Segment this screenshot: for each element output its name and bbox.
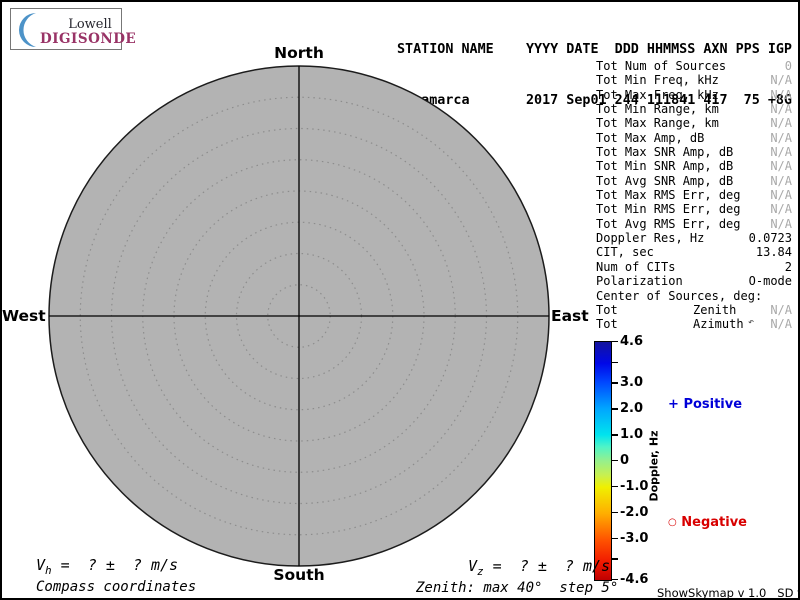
stat-row: TotAzimuth↶N/A: [596, 317, 792, 331]
coordinates-note: Compass coordinates: [36, 579, 196, 595]
colorbar-tick-label: 1.0: [620, 427, 643, 442]
stat-row: Tot Max SNR Amp, dBN/A: [596, 145, 792, 159]
doppler-colorbar-gradient: [594, 341, 612, 581]
stat-row: Tot Num of Sources0: [596, 59, 792, 73]
colorbar-tick-label: 2.0: [620, 401, 643, 416]
stat-row: CIT, sec13.84: [596, 245, 792, 259]
compass-label-north: North: [259, 44, 339, 62]
doppler-colorbar-title: Doppler, Hz: [648, 430, 661, 501]
stat-row: Tot Min Range, kmN/A: [596, 102, 792, 116]
colorbar-tick-label: -1.0: [620, 479, 648, 494]
colorbar-tick: [612, 558, 618, 559]
vh-velocity-readout: Vh = ? ± ? m/s: [36, 556, 178, 577]
colorbar-tick-label: 4.6: [620, 334, 643, 349]
colorbar-tick: [612, 512, 618, 513]
stat-row: Tot Avg RMS Err, degN/A: [596, 217, 792, 231]
stat-row: Tot Max Range, kmN/A: [596, 116, 792, 130]
stat-row: Tot Avg SNR Amp, dBN/A: [596, 174, 792, 188]
colorbar-tick-label: -4.6: [620, 572, 648, 587]
stat-row: Tot Max Amp, dBN/A: [596, 131, 792, 145]
stat-row: TotZenithN/A: [596, 303, 792, 317]
stat-row: Tot Max Freq, kHzN/A: [596, 88, 792, 102]
stat-row: Num of CITs2: [596, 260, 792, 274]
legend-positive-label: Positive: [683, 397, 742, 412]
legend-negative: ○ Negative: [668, 515, 747, 530]
stat-row: Center of Sources, deg:: [596, 289, 792, 303]
stat-row: PolarizationO-mode: [596, 274, 792, 288]
legend-negative-label: Negative: [681, 515, 747, 530]
zenith-range-note: Zenith: max 40° step 5°: [416, 580, 618, 596]
colorbar-tick: [612, 362, 618, 363]
colorbar-tick: [612, 434, 618, 435]
stat-row: Doppler Res, Hz0.0723: [596, 231, 792, 245]
version-line: ShowSkymap v 1.0 SD v 4.2: [657, 586, 800, 600]
circle-marker-icon: ○: [668, 517, 677, 528]
colorbar-tick: [612, 538, 618, 539]
stat-row: Tot Min SNR Amp, dBN/A: [596, 159, 792, 173]
colorbar-tick: [612, 460, 618, 461]
cursor-icon: ↶: [748, 316, 754, 330]
colorbar-tick-label: -2.0: [620, 505, 648, 520]
vz-velocity-readout: Vz = ? ± ? m/s: [468, 557, 610, 578]
colorbar-tick: [612, 341, 618, 342]
colorbar-tick-label: -3.0: [620, 531, 648, 546]
stats-panel: Tot Num of Sources0Tot Min Freq, kHzN/AT…: [596, 59, 792, 332]
plus-marker-icon: +: [668, 397, 679, 412]
colorbar-tick-label: 3.0: [620, 375, 643, 390]
colorbar-tick: [612, 486, 618, 487]
stat-row: Tot Min Freq, kHzN/A: [596, 73, 792, 87]
stat-row: Tot Max RMS Err, degN/A: [596, 188, 792, 202]
compass-label-west: West: [2, 307, 45, 325]
legend-positive: + Positive: [668, 397, 742, 412]
colorbar-tick-label: 0: [620, 453, 629, 468]
stat-row: Tot Min RMS Err, degN/A: [596, 202, 792, 216]
showskymap-window: Lowell DIGISONDE STATION NAME YYYY DATE …: [0, 0, 800, 600]
compass-label-south: South: [259, 566, 339, 584]
colorbar-tick: [612, 382, 618, 383]
colorbar-tick: [612, 408, 618, 409]
